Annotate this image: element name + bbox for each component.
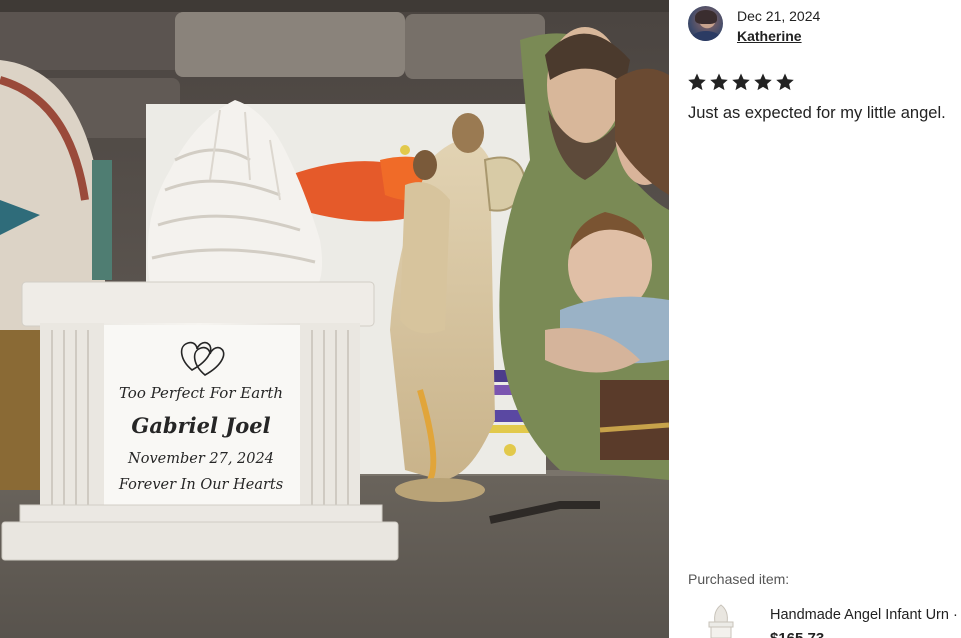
- plaque-line-3: November 27, 2024: [127, 451, 274, 467]
- avatar-hair: [695, 10, 717, 24]
- review-panel: Dec 21, 2024 Katherine Just as expected …: [669, 0, 961, 638]
- urn-photo-illustration: Too Perfect For Earth Gabriel Joel Novem…: [0, 0, 669, 638]
- reviewer-avatar[interactable]: [688, 6, 723, 41]
- star-rating: [687, 72, 795, 92]
- star-icon: [732, 73, 750, 91]
- star-icon: [688, 73, 706, 91]
- purchased-item-title-link[interactable]: Handmade Angel Infant Urn ·: [770, 607, 958, 623]
- review-photo[interactable]: Too Perfect For Earth Gabriel Joel Novem…: [0, 0, 669, 638]
- purchased-item-label: Purchased item:: [688, 571, 790, 587]
- purchased-item-price: $165.73: [770, 630, 824, 638]
- reviewer-name-link[interactable]: Katherine: [737, 28, 802, 44]
- plaque-line-1: Too Perfect For Earth: [119, 384, 283, 402]
- review-text: Just as expected for my little angel.: [688, 104, 946, 122]
- star-icon: [710, 73, 728, 91]
- avatar-shoulders: [691, 31, 721, 41]
- plaque-line-4: Forever In Our Hearts: [118, 477, 283, 493]
- review-date: Dec 21, 2024: [737, 8, 821, 24]
- star-icon: [776, 73, 794, 91]
- star-icon: [754, 73, 772, 91]
- plaque-line-2: Gabriel Joel: [131, 413, 270, 438]
- purchased-item-thumbnail[interactable]: [703, 603, 739, 638]
